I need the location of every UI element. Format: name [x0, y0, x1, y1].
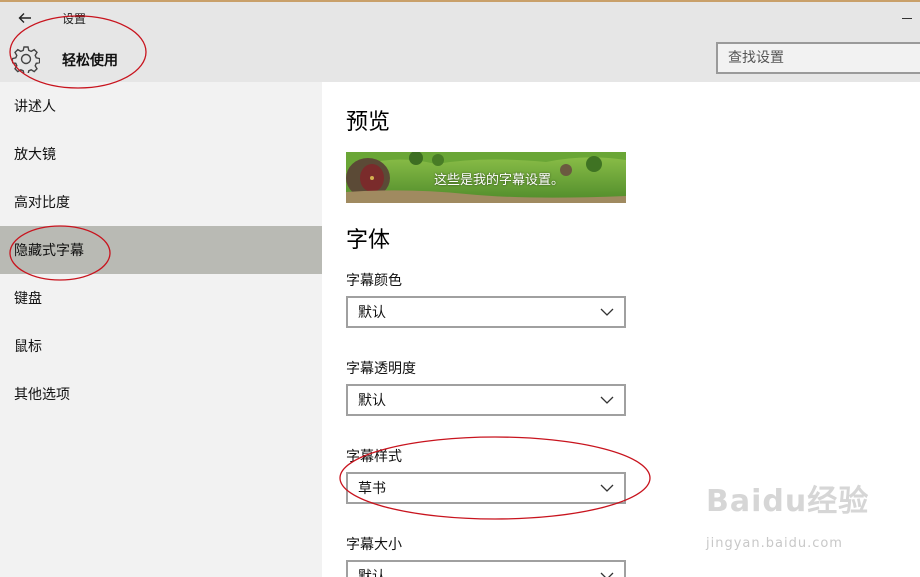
caption-transparency-label: 字幕透明度 — [346, 361, 416, 377]
dropdown-value: 默认 — [358, 569, 386, 577]
caption-preview-image: 这些是我的字幕设置。 — [346, 152, 626, 203]
dropdown-value: 默认 — [358, 305, 386, 321]
sidebar-item-label: 其他选项 — [14, 387, 70, 403]
dropdown-value: 默认 — [358, 393, 386, 409]
font-heading: 字体 — [346, 228, 391, 253]
chevron-down-icon — [600, 308, 614, 316]
main-content: 预览 这些是我的字幕设置。 字体 字幕颜色 默认 字幕透明度 默认 字幕样式 草… — [322, 82, 920, 577]
preview-caption-text: 这些是我的字幕设置。 — [434, 173, 565, 188]
sidebar-item-closed-captions[interactable]: 隐藏式字幕 — [0, 226, 322, 274]
sidebar-item-label: 隐藏式字幕 — [14, 243, 84, 259]
minimize-button[interactable] — [896, 4, 916, 24]
title-bar: 设置 轻松使用 — [0, 0, 920, 82]
window-title: 设置 — [62, 12, 87, 26]
sidebar-item-mouse[interactable]: 鼠标 — [0, 322, 322, 370]
section-title: 轻松使用 — [62, 53, 118, 69]
chevron-down-icon — [600, 484, 614, 492]
chevron-down-icon — [600, 572, 614, 577]
sidebar: 讲述人 放大镜 高对比度 隐藏式字幕 键盘 鼠标 其他选项 — [0, 82, 322, 577]
caption-color-label: 字幕颜色 — [346, 273, 402, 289]
sidebar-item-magnifier[interactable]: 放大镜 — [0, 130, 322, 178]
search-input[interactable] — [728, 50, 920, 66]
dropdown-value: 草书 — [358, 481, 386, 497]
gear-icon — [12, 46, 40, 73]
caption-size-label: 字幕大小 — [346, 537, 402, 553]
sidebar-item-label: 键盘 — [14, 291, 42, 307]
sidebar-item-high-contrast[interactable]: 高对比度 — [0, 178, 322, 226]
sidebar-item-label: 讲述人 — [14, 99, 56, 115]
caption-size-dropdown[interactable]: 默认 — [346, 560, 626, 577]
sidebar-item-narrator[interactable]: 讲述人 — [0, 82, 322, 130]
preview-heading: 预览 — [346, 110, 391, 135]
sidebar-item-label: 高对比度 — [14, 195, 70, 211]
window-top-border — [0, 0, 920, 2]
sidebar-item-other-options[interactable]: 其他选项 — [0, 370, 322, 418]
back-arrow-icon — [18, 13, 31, 23]
caption-style-label: 字幕样式 — [346, 449, 402, 465]
sidebar-item-label: 放大镜 — [14, 147, 56, 163]
chevron-down-icon — [600, 396, 614, 404]
sidebar-item-keyboard[interactable]: 键盘 — [0, 274, 322, 322]
caption-style-dropdown[interactable]: 草书 — [346, 472, 626, 504]
search-box[interactable] — [716, 42, 920, 74]
caption-color-dropdown[interactable]: 默认 — [346, 296, 626, 328]
caption-transparency-dropdown[interactable]: 默认 — [346, 384, 626, 416]
back-button[interactable] — [12, 6, 38, 30]
sidebar-item-label: 鼠标 — [14, 339, 42, 355]
